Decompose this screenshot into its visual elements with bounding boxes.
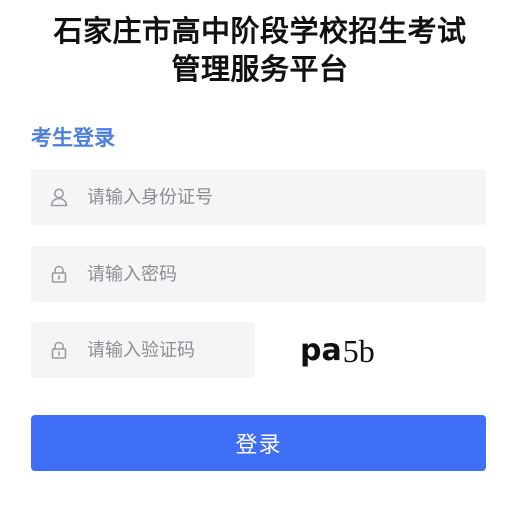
captcha-char: a <box>321 333 343 368</box>
lock-icon <box>31 246 87 302</box>
login-heading: 考生登录 <box>31 126 115 150</box>
captcha-char: 5 <box>342 333 359 369</box>
captcha-input[interactable] <box>87 322 255 378</box>
captcha-char: p <box>300 333 322 368</box>
page-title: 石家庄市高中阶段学校招生考试 管理服务平台 <box>0 12 520 88</box>
page-title-line-1: 石家庄市高中阶段学校招生考试 <box>53 14 467 48</box>
lock-icon <box>31 322 87 378</box>
user-icon <box>31 169 87 225</box>
password-input[interactable] <box>87 246 486 302</box>
captcha-char: b <box>358 333 375 369</box>
captcha-field[interactable] <box>31 322 255 378</box>
page-title-line-2: 管理服务平台 <box>171 52 349 86</box>
login-page: 石家庄市高中阶段学校招生考试 管理服务平台 考生登录 请输入身份证号 请输入验证… <box>0 0 520 526</box>
password-field[interactable] <box>31 246 486 302</box>
login-button[interactable]: 登录 <box>31 415 486 471</box>
id-number-input[interactable] <box>87 169 486 225</box>
id-number-field[interactable] <box>31 169 486 225</box>
captcha-image[interactable]: p a 5 b <box>300 329 390 373</box>
